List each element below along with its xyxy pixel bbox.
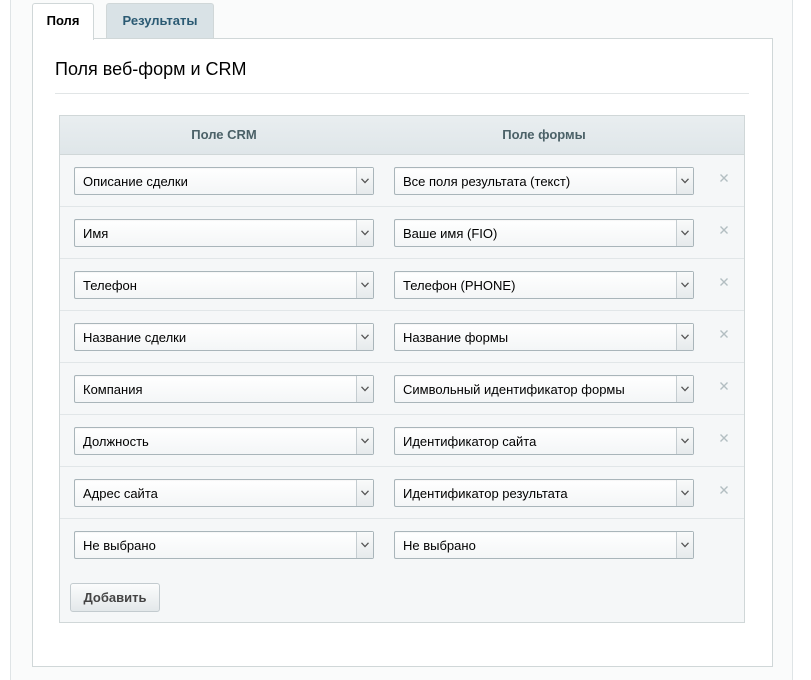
add-button[interactable]: Добавить [70, 583, 160, 612]
table-row: Компания Символьный идентификатор формы [60, 363, 744, 415]
select-value: Название сделки [83, 330, 187, 345]
form-field-select[interactable]: Название формы [394, 323, 694, 351]
chevron-down-icon[interactable] [356, 428, 373, 454]
select-value: Символьный идентификатор формы [403, 382, 625, 397]
chevron-down-icon[interactable] [676, 428, 693, 454]
title-divider [55, 93, 749, 94]
select-value: Все поля результата (текст) [403, 174, 571, 189]
table-row: Описание сделки Все поля результата (текс… [60, 155, 744, 207]
chevron-down-icon[interactable] [356, 324, 373, 350]
chevron-down-icon[interactable] [676, 220, 693, 246]
select-value: Адрес сайта [83, 486, 158, 501]
crm-field-select[interactable]: Телефон [74, 271, 374, 299]
column-header-crm: Поле CRM [191, 127, 257, 142]
table-row: Не выбрано Не выбрано [60, 519, 744, 571]
chevron-down-icon[interactable] [356, 220, 373, 246]
table-row: Адрес сайта Идентификатор результата [60, 467, 744, 519]
select-value: Компания [83, 382, 143, 397]
chevron-down-icon[interactable] [356, 532, 373, 558]
close-icon[interactable] [717, 379, 731, 393]
chevron-down-icon[interactable] [676, 480, 693, 506]
crm-field-select[interactable]: Адрес сайта [74, 479, 374, 507]
grid-header: Поле CRM Поле формы [60, 116, 744, 155]
crm-field-select[interactable]: Должность [74, 427, 374, 455]
crm-field-select[interactable]: Компания [74, 375, 374, 403]
form-field-select[interactable]: Телефон (PHONE) [394, 271, 694, 299]
select-value: Не выбрано [83, 538, 156, 553]
select-value: Телефон (PHONE) [403, 278, 516, 293]
mapping-grid: Поле CRM Поле формы Описание сделки Все п… [59, 115, 745, 623]
table-row: Должность Идентификатор сайта [60, 415, 744, 467]
tab-fields[interactable]: Поля [32, 3, 94, 40]
chevron-down-icon[interactable] [356, 376, 373, 402]
fields-panel: Поля веб-форм и CRM Поле CRM Поле формы … [32, 38, 773, 667]
form-field-select[interactable]: Символьный идентификатор формы [394, 375, 694, 403]
chevron-down-icon[interactable] [356, 168, 373, 194]
form-field-select[interactable]: Идентификатор сайта [394, 427, 694, 455]
close-icon[interactable] [717, 327, 731, 341]
form-field-select[interactable]: Ваше имя (FIO) [394, 219, 694, 247]
select-value: Телефон [83, 278, 137, 293]
crm-field-select[interactable]: Не выбрано [74, 531, 374, 559]
crm-field-select[interactable]: Название сделки [74, 323, 374, 351]
select-value: Не выбрано [403, 538, 476, 553]
chevron-down-icon[interactable] [676, 168, 693, 194]
table-row: Телефон Телефон (PHONE) [60, 259, 744, 311]
form-field-select[interactable]: Все поля результата (текст) [394, 167, 694, 195]
column-header-form: Поле формы [502, 127, 586, 142]
chevron-down-icon[interactable] [356, 480, 373, 506]
select-value: Идентификатор сайта [403, 434, 537, 449]
form-field-select[interactable]: Не выбрано [394, 531, 694, 559]
select-value: Имя [83, 226, 109, 241]
close-icon[interactable] [717, 431, 731, 445]
close-icon[interactable] [717, 275, 731, 289]
form-field-select[interactable]: Идентификатор результата [394, 479, 694, 507]
select-value: Название формы [403, 330, 509, 345]
chevron-down-icon[interactable] [676, 532, 693, 558]
table-row: Имя Ваше имя (FIO) [60, 207, 744, 259]
crm-field-select[interactable]: Описание сделки [74, 167, 374, 195]
select-value: Ваше имя (FIO) [403, 226, 498, 241]
select-value: Идентификатор результата [403, 486, 568, 501]
select-value: Должность [83, 434, 149, 449]
chevron-down-icon[interactable] [676, 324, 693, 350]
chevron-down-icon[interactable] [356, 272, 373, 298]
tab-results[interactable]: Результаты [106, 3, 214, 39]
table-row: Название сделки Название формы [60, 311, 744, 363]
close-icon[interactable] [717, 171, 731, 185]
chevron-down-icon[interactable] [676, 272, 693, 298]
select-value: Описание сделки [83, 174, 188, 189]
chevron-down-icon[interactable] [676, 376, 693, 402]
close-icon[interactable] [717, 483, 731, 497]
close-icon[interactable] [717, 223, 731, 237]
panel-title: Поля веб-форм и CRM [55, 59, 247, 79]
crm-field-select[interactable]: Имя [74, 219, 374, 247]
